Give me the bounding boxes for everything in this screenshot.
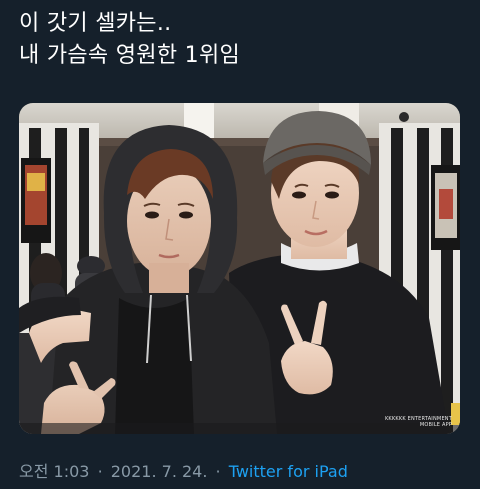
tweet-time[interactable]: 오전 1:03	[19, 462, 89, 481]
photo-watermark: KKKKKK ENTERTAINMENT MOBILE APP	[385, 416, 452, 428]
tweet-detail: 이 갓기 셀카는.. 내 가슴속 영원한 1위임 KKKKKK ENTERTAI…	[0, 0, 480, 489]
tweet-text-line-2: 내 가슴속 영원한 1위임	[19, 43, 241, 68]
watermark-line-2: MOBILE APP	[419, 422, 452, 428]
tweet-text: 이 갓기 셀카는.. 내 가슴속 영원한 1위임	[19, 8, 459, 72]
meta-separator-2: ·	[215, 462, 221, 481]
tweet-source-link[interactable]: Twitter for iPad	[229, 462, 348, 481]
tweet-date[interactable]: 2021. 7. 24.	[111, 462, 208, 481]
tweet-text-line-1: 이 갓기 셀카는..	[19, 11, 172, 36]
tweet-photo[interactable]: KKKKKK ENTERTAINMENT MOBILE APP	[19, 103, 460, 434]
tweet-metadata: 오전 1:03 · 2021. 7. 24. · Twitter for iPa…	[19, 461, 348, 483]
meta-separator: ·	[97, 462, 103, 481]
selfie-photo-illustration	[19, 103, 460, 434]
